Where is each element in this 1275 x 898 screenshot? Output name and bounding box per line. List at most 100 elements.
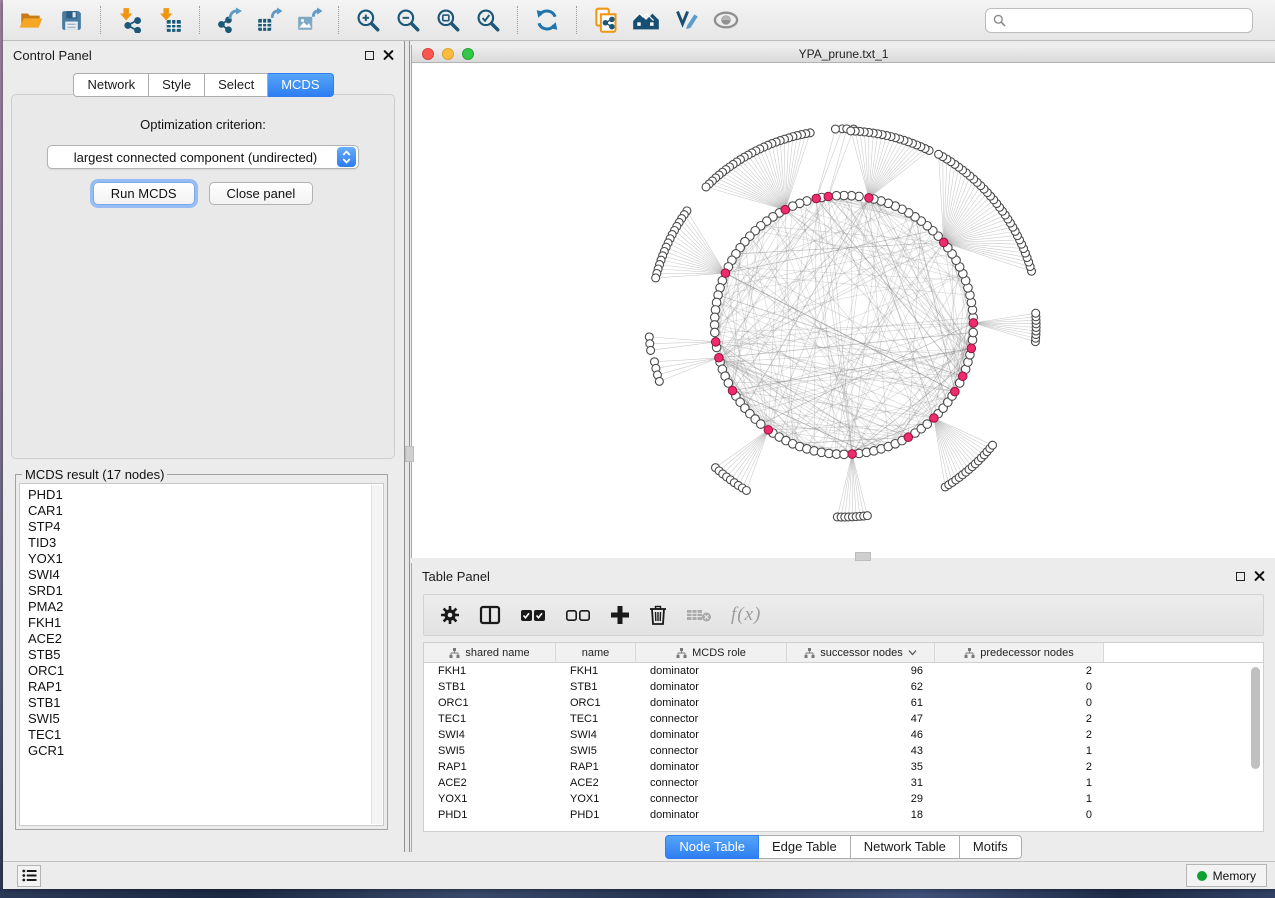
cell-shared-name[interactable]: RAP1 [424,761,556,773]
mcds-result-item[interactable]: YOX1 [28,551,375,567]
cell-name[interactable]: PHD1 [556,809,636,821]
network-graph[interactable] [412,64,1275,558]
mcds-result-item[interactable]: TID3 [28,535,375,551]
mcds-result-item[interactable]: TEC1 [28,727,375,743]
split-view-button[interactable] [479,605,501,625]
mcds-result-item[interactable]: GCR1 [28,743,375,759]
show-hide-button[interactable] [706,4,746,36]
memory-button[interactable]: Memory [1186,864,1267,887]
network-node[interactable] [969,328,978,337]
mcds-hub-node[interactable] [824,192,833,201]
float-panel-icon[interactable] [365,51,374,60]
cell-name[interactable]: RAP1 [556,761,636,773]
cell-predecessor-nodes[interactable]: 2 [935,713,1104,725]
cell-successor-nodes[interactable]: 96 [787,665,935,677]
cell-MCDS-role[interactable]: dominator [636,761,787,773]
cell-shared-name[interactable]: ORC1 [424,697,556,709]
cell-MCDS-role[interactable]: dominator [636,697,787,709]
close-window-icon[interactable] [422,48,434,60]
mcds-hub-node[interactable] [721,269,730,278]
table-row[interactable]: PHD1PHD1dominator180 [424,807,1263,823]
cell-MCDS-role[interactable]: dominator [636,665,787,677]
mcds-result-item[interactable]: STB5 [28,647,375,663]
table-row[interactable]: SWI4SWI4dominator462 [424,727,1263,743]
cell-predecessor-nodes[interactable]: 0 [935,697,1104,709]
cell-shared-name[interactable]: STB1 [424,681,556,693]
network-node[interactable] [702,183,710,191]
column-header-predecessor-nodes[interactable]: predecessor nodes [935,643,1104,663]
cell-successor-nodes[interactable]: 35 [787,761,935,773]
tab-style[interactable]: Style [149,73,205,97]
import-network-button[interactable] [110,4,150,36]
mcds-result-list[interactable]: PHD1CAR1STP4TID3YOX1SWI4SRD1PMA2FKH1ACE2… [19,483,384,826]
cell-MCDS-role[interactable]: connector [636,793,787,805]
mcds-hub-node[interactable] [930,414,939,423]
save-button[interactable] [51,4,91,36]
network-window-titlebar[interactable]: YPA_prune.txt_1 [412,45,1275,63]
network-node[interactable] [989,441,997,449]
export-image-button[interactable] [289,4,329,36]
mcds-hub-node[interactable] [764,426,773,435]
table-row[interactable]: ORC1ORC1dominator610 [424,695,1263,711]
zoom-selected-button[interactable] [468,4,508,36]
mcds-hub-node[interactable] [812,194,821,203]
network-node[interactable] [647,346,655,354]
select-all-button[interactable] [520,607,546,623]
cell-name[interactable]: FKH1 [556,665,636,677]
mcds-hub-node[interactable] [951,387,960,396]
mcds-result-item[interactable]: SWI4 [28,567,375,583]
close-panel-icon[interactable] [1254,571,1265,582]
cell-MCDS-role[interactable]: connector [636,713,787,725]
tab-mcds[interactable]: MCDS [268,73,333,97]
tab-edge-table[interactable]: Edge Table [759,835,851,859]
splitter-grip[interactable] [855,552,871,561]
table-scrollbar[interactable] [1251,665,1261,829]
import-table-button[interactable] [150,4,190,36]
network-node[interactable] [711,328,720,337]
cell-predecessor-nodes[interactable]: 2 [935,729,1104,741]
network-node[interactable] [1032,309,1040,317]
cell-predecessor-nodes[interactable]: 1 [935,777,1104,789]
tab-node-table[interactable]: Node Table [665,835,759,859]
export-table-button[interactable] [249,4,289,36]
mcds-result-item[interactable]: ORC1 [28,663,375,679]
refresh-button[interactable] [527,4,567,36]
tab-network-table[interactable]: Network Table [851,835,960,859]
network-canvas[interactable] [412,64,1275,558]
cell-name[interactable]: YOX1 [556,793,636,805]
cell-shared-name[interactable]: SWI4 [424,729,556,741]
zoom-in-button[interactable] [348,4,388,36]
cell-predecessor-nodes[interactable]: 0 [935,809,1104,821]
network-node[interactable] [935,150,943,158]
table-row[interactable]: TEC1TEC1connector472 [424,711,1263,727]
table-row[interactable]: RAP1RAP1dominator352 [424,759,1263,775]
mcds-hub-node[interactable] [711,338,720,347]
vertical-splitter[interactable] [405,41,410,852]
run-mcds-button[interactable]: Run MCDS [93,182,195,205]
cell-successor-nodes[interactable]: 31 [787,777,935,789]
cell-predecessor-nodes[interactable]: 2 [935,761,1104,773]
network-node[interactable] [923,420,932,429]
clone-network-button[interactable] [586,4,626,36]
mcds-hub-node[interactable] [781,205,790,214]
mcds-hub-node[interactable] [715,354,724,363]
cell-shared-name[interactable]: PHD1 [424,809,556,821]
column-header-successor-nodes[interactable]: successor nodes [787,643,935,663]
cell-shared-name[interactable]: YOX1 [424,793,556,805]
cell-successor-nodes[interactable]: 43 [787,745,935,757]
network-node[interactable] [832,191,841,200]
column-header-name[interactable]: name [556,643,636,663]
table-row[interactable]: FKH1FKH1dominator962 [424,663,1263,679]
add-column-button[interactable] [610,605,630,625]
table-row[interactable]: STB1STB1dominator620 [424,679,1263,695]
tab-select[interactable]: Select [205,73,268,97]
cell-successor-nodes[interactable]: 18 [787,809,935,821]
cell-shared-name[interactable]: TEC1 [424,713,556,725]
cell-name[interactable]: SWI5 [556,745,636,757]
cell-name[interactable]: SWI4 [556,729,636,741]
scrollbar-thumb[interactable] [1251,667,1260,769]
tab-network[interactable]: Network [73,73,149,97]
cell-successor-nodes[interactable]: 62 [787,681,935,693]
cell-MCDS-role[interactable]: connector [636,745,787,757]
float-panel-icon[interactable] [1236,572,1245,581]
